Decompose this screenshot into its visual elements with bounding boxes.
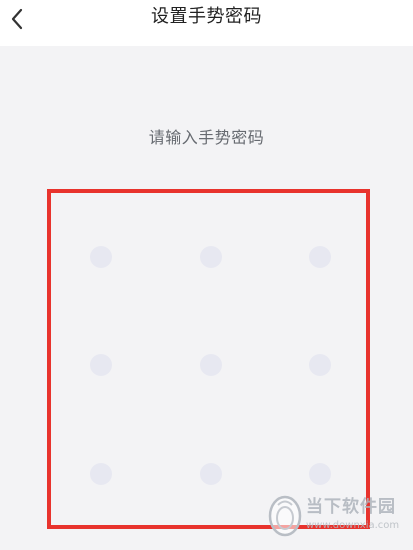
watermark-url: www.downxia.com bbox=[306, 520, 400, 531]
page-title: 设置手势密码 bbox=[151, 6, 262, 27]
header-bar: 设置手势密码 bbox=[0, 0, 413, 46]
downxia-logo-icon bbox=[268, 495, 302, 537]
highlight-frame bbox=[47, 189, 370, 529]
gesture-prompt: 请输入手势密码 bbox=[148, 128, 265, 147]
watermark-name: 当下软件园 bbox=[306, 497, 396, 517]
watermark: 当下软件园 www.downxia.com bbox=[268, 494, 408, 538]
